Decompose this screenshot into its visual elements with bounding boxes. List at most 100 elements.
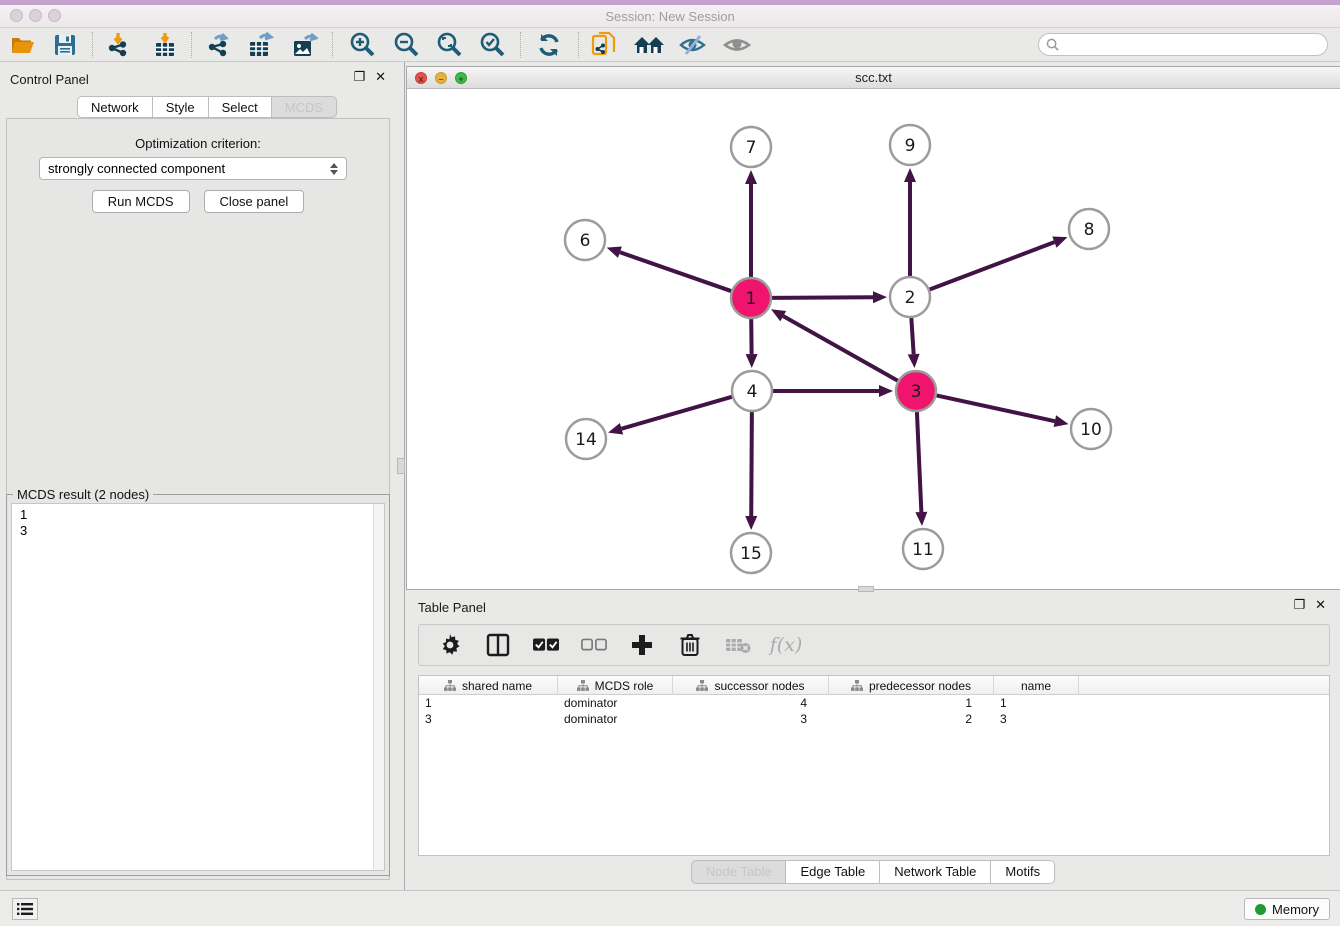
search-input[interactable] (1063, 36, 1327, 54)
cell-predecessor-nodes[interactable]: 1 (829, 695, 994, 711)
plus-icon (631, 634, 653, 656)
edge-arrow-icon (1052, 237, 1067, 248)
cell-predecessor-nodes[interactable]: 2 (829, 711, 994, 727)
graph-edge[interactable] (751, 412, 752, 516)
splitter-handle[interactable] (858, 586, 874, 592)
edge-arrow-icon (745, 170, 757, 184)
float-panel-icon[interactable]: ❐ (353, 70, 365, 84)
column-header-successor-nodes[interactable]: successor nodes (673, 676, 829, 695)
cell-mcds-role[interactable]: dominator (558, 695, 673, 711)
graph-edge[interactable] (783, 316, 897, 381)
run-mcds-button[interactable]: Run MCDS (92, 190, 190, 213)
tab-select[interactable]: Select (209, 96, 272, 118)
graph-edge[interactable] (772, 297, 873, 298)
graph-edge[interactable] (937, 395, 1055, 421)
tab-style[interactable]: Style (153, 96, 209, 118)
tab-network[interactable]: Network (77, 96, 153, 118)
splitter-handle[interactable] (397, 458, 405, 474)
graph-node-label: 15 (740, 544, 762, 564)
tab-mcds[interactable]: MCDS (272, 96, 337, 118)
export-network-button[interactable] (201, 31, 235, 59)
checked-boxes-icon (533, 637, 559, 653)
mcds-result-list[interactable]: 1 3 (11, 503, 385, 871)
zoom-out-button[interactable] (389, 31, 423, 59)
import-table-button[interactable] (148, 31, 182, 59)
column-header-shared-name[interactable]: shared name (419, 676, 558, 695)
graph-node-label: 10 (1080, 420, 1102, 440)
memory-button[interactable]: Memory (1244, 898, 1330, 920)
column-header-mcds-role[interactable]: MCDS role (558, 676, 673, 695)
network-window-titlebar[interactable]: x – + scc.txt (407, 67, 1340, 89)
cell-successor-nodes[interactable]: 3 (673, 711, 829, 727)
refresh-button[interactable] (532, 31, 566, 59)
hide-selected-button[interactable] (676, 31, 710, 59)
cell-shared-name[interactable]: 3 (419, 711, 558, 727)
vertical-splitter[interactable] (404, 62, 405, 890)
tab-edge-table[interactable]: Edge Table (786, 860, 880, 884)
table-options-button[interactable] (437, 632, 463, 658)
table-header-row: shared name MCDS role successor nodes pr… (419, 676, 1329, 695)
show-all-button[interactable] (720, 31, 754, 59)
select-all-button[interactable] (533, 632, 559, 658)
column-header-name[interactable]: name (994, 676, 1079, 695)
function-builder-button[interactable]: f(x) (773, 632, 799, 658)
graph-node-label: 3 (911, 382, 922, 402)
graph-edge[interactable] (620, 252, 731, 291)
home-neighbors-button[interactable] (632, 31, 666, 59)
graph-edge[interactable] (911, 318, 913, 354)
optimization-criterion-label: Optimization criterion: (0, 136, 396, 151)
table-panel-title: Table Panel (418, 600, 486, 615)
control-panel-title: Control Panel (10, 72, 89, 87)
result-scrollbar[interactable] (373, 504, 384, 870)
optimization-criterion-select[interactable]: strongly connected component (39, 157, 347, 180)
cell-shared-name[interactable]: 1 (419, 695, 558, 711)
hierarchy-icon (444, 680, 456, 692)
edge-arrow-icon (915, 512, 927, 526)
tab-motifs[interactable]: Motifs (991, 860, 1055, 884)
zoom-selected-button[interactable] (475, 31, 509, 59)
toolbar-separator (191, 32, 192, 58)
export-table-button[interactable] (244, 31, 278, 59)
add-column-button[interactable] (629, 632, 655, 658)
cell-successor-nodes[interactable]: 4 (673, 695, 829, 711)
delete-column-button[interactable] (677, 632, 703, 658)
graph-node-label: 4 (747, 382, 758, 402)
graph-edge[interactable] (622, 397, 732, 429)
close-panel-button[interactable]: Close panel (204, 190, 305, 213)
tab-node-table[interactable]: Node Table (691, 860, 787, 884)
deselect-all-button[interactable] (581, 632, 607, 658)
hierarchy-icon (696, 680, 708, 692)
show-hide-columns-button[interactable] (485, 632, 511, 658)
save-icon (54, 34, 76, 56)
close-panel-icon[interactable]: ✕ (375, 70, 386, 84)
graph-node-label: 2 (905, 288, 916, 308)
open-session-button[interactable] (6, 31, 40, 59)
import-network-button[interactable] (101, 31, 135, 59)
close-panel-icon[interactable]: ✕ (1315, 598, 1326, 612)
cell-mcds-role[interactable]: dominator (558, 711, 673, 727)
edge-arrow-icon (904, 168, 916, 182)
table-row[interactable]: 3 dominator 3 2 3 (419, 711, 1329, 727)
delete-table-button[interactable] (725, 632, 751, 658)
column-header-predecessor-nodes[interactable]: predecessor nodes (829, 676, 994, 695)
task-history-button[interactable] (12, 898, 38, 920)
export-image-button[interactable] (288, 31, 322, 59)
cell-name[interactable]: 1 (994, 695, 1079, 711)
tab-network-table[interactable]: Network Table (880, 860, 991, 884)
network-canvas[interactable]: 7968124314101511 (407, 89, 1340, 589)
graph-node-label: 1 (746, 289, 757, 309)
graph-edge[interactable] (930, 242, 1055, 289)
save-session-button[interactable] (48, 31, 82, 59)
clone-network-button[interactable] (588, 31, 622, 59)
trash-icon (680, 633, 700, 657)
float-panel-icon[interactable]: ❐ (1293, 598, 1305, 612)
table-row[interactable]: 1 dominator 4 1 1 (419, 695, 1329, 711)
search-field[interactable] (1038, 33, 1328, 56)
zoom-in-icon (349, 32, 375, 58)
zoom-in-button[interactable] (345, 31, 379, 59)
edge-arrow-icon (908, 354, 920, 368)
network-graph[interactable]: 7968124314101511 (407, 89, 1339, 589)
graph-edge[interactable] (917, 412, 921, 512)
zoom-fit-button[interactable] (432, 31, 466, 59)
cell-name[interactable]: 3 (994, 711, 1079, 727)
